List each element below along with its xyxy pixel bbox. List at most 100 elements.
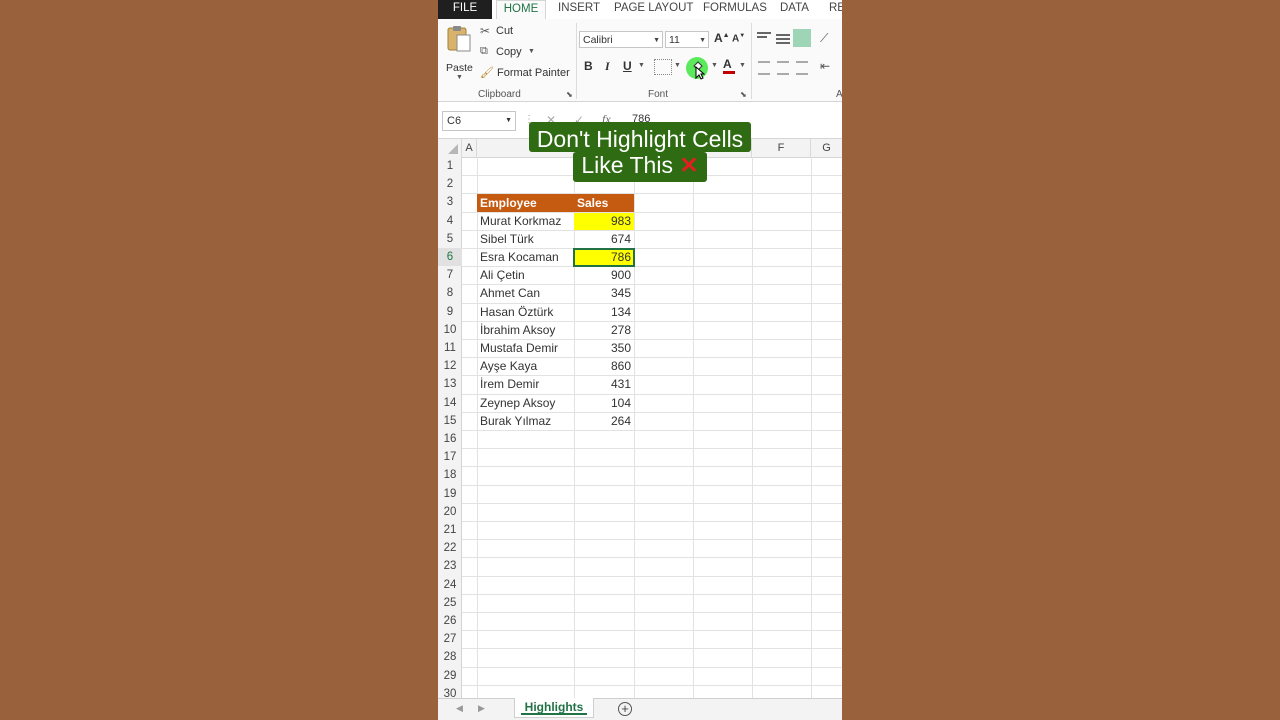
employee-cell[interactable]: Ahmet Can <box>477 284 574 302</box>
row-header-1[interactable]: 1 <box>438 157 462 175</box>
bold-button[interactable]: B <box>584 59 593 73</box>
row-header-2[interactable]: 2 <box>438 175 462 193</box>
sales-cell[interactable]: 264 <box>574 413 634 430</box>
row-header-12[interactable]: 12 <box>438 357 462 375</box>
dialog-launcher-icon[interactable]: ⬊ <box>566 90 573 99</box>
row-header-14[interactable]: 14 <box>438 394 462 412</box>
tab-file[interactable]: FILE <box>438 0 492 19</box>
cut-button[interactable]: ✂ Cut <box>480 24 540 40</box>
row-header-22[interactable]: 22 <box>438 539 462 557</box>
header-cell-employee[interactable]: Employee <box>477 194 574 212</box>
column-header-a[interactable]: A <box>462 139 477 157</box>
column-header-b[interactable] <box>477 139 574 157</box>
copy-button[interactable]: ⧉ Copy ▼ <box>480 45 550 61</box>
tab-formulas[interactable]: FORMULAS <box>703 0 767 19</box>
employee-cell[interactable]: Ayşe Kaya <box>477 357 574 375</box>
employee-cell[interactable]: Sibel Türk <box>477 230 574 248</box>
row-header-17[interactable]: 17 <box>438 448 462 466</box>
font-color-button[interactable]: A <box>723 57 735 74</box>
row-header-28[interactable]: 28 <box>438 648 462 666</box>
chevron-down-icon[interactable]: ▼ <box>739 62 746 69</box>
row-header-29[interactable]: 29 <box>438 667 462 685</box>
row-header-8[interactable]: 8 <box>438 284 462 302</box>
align-left-button[interactable] <box>758 61 770 75</box>
tab-insert[interactable]: INSERT <box>558 0 600 19</box>
header-cell-sales[interactable]: Sales <box>574 194 634 212</box>
sales-cell[interactable]: 104 <box>574 395 634 412</box>
sales-cell[interactable]: 860 <box>574 358 634 375</box>
row-header-4[interactable]: 4 <box>438 212 462 230</box>
employee-cell[interactable]: Burak Yılmaz <box>477 412 574 430</box>
tab-page-layout[interactable]: PAGE LAYOUT <box>614 0 693 19</box>
row-header-24[interactable]: 24 <box>438 576 462 594</box>
row-header-20[interactable]: 20 <box>438 503 462 521</box>
fill-color-button[interactable] <box>686 53 710 83</box>
row-header-16[interactable]: 16 <box>438 430 462 448</box>
chevron-down-icon[interactable]: ▼ <box>674 62 681 69</box>
row-header-10[interactable]: 10 <box>438 321 462 339</box>
underline-button[interactable]: U <box>623 59 632 73</box>
scroll-left-icon[interactable]: ◀ <box>456 703 463 714</box>
sales-cell[interactable]: 900 <box>574 267 634 284</box>
align-top-button[interactable] <box>757 31 771 43</box>
formula-input[interactable]: 786 <box>632 113 650 125</box>
employee-cell[interactable]: Hasan Öztürk <box>477 303 574 321</box>
row-header-11[interactable]: 11 <box>438 339 462 357</box>
row-header-6[interactable]: 6 <box>438 248 462 267</box>
align-bottom-button[interactable] <box>793 29 811 47</box>
tab-home[interactable]: HOME <box>496 0 546 21</box>
row-header-26[interactable]: 26 <box>438 612 462 630</box>
employee-cell[interactable]: Zeynep Aksoy <box>477 394 574 412</box>
column-header-f[interactable]: F <box>752 139 811 157</box>
column-header-g[interactable]: G <box>811 139 842 157</box>
decrease-indent-icon[interactable]: ⇤ <box>820 59 830 73</box>
sheet-tab-highlights[interactable]: Highlights <box>514 698 594 718</box>
format-painter-button[interactable]: 🖌 Format Painter <box>480 66 572 82</box>
row-header-25[interactable]: 25 <box>438 594 462 612</box>
column-header-d[interactable] <box>634 139 693 157</box>
employee-cell[interactable]: İrem Demir <box>477 375 574 393</box>
dialog-launcher-icon[interactable]: ⬊ <box>740 90 747 99</box>
employee-cell[interactable]: Mustafa Demir <box>477 339 574 357</box>
grow-font-button[interactable]: A▲ <box>714 31 730 45</box>
employee-cell[interactable]: Ali Çetin <box>477 266 574 284</box>
employee-cell[interactable]: Esra Kocaman <box>477 248 574 266</box>
paste-button[interactable]: Paste ▼ <box>444 25 474 81</box>
row-header-21[interactable]: 21 <box>438 521 462 539</box>
sales-cell[interactable]: 278 <box>574 322 634 339</box>
row-header-23[interactable]: 23 <box>438 557 462 575</box>
align-center-button[interactable] <box>777 61 789 75</box>
align-middle-button[interactable] <box>776 33 790 45</box>
shrink-font-button[interactable]: A▼ <box>732 33 745 44</box>
chevron-down-icon[interactable]: ▼ <box>711 62 718 69</box>
row-header-15[interactable]: 15 <box>438 412 462 430</box>
orientation-icon[interactable]: ⟋ <box>820 31 828 46</box>
row-header-19[interactable]: 19 <box>438 485 462 503</box>
scroll-right-icon[interactable]: ▶ <box>478 703 485 714</box>
font-size-select[interactable]: 11 ▼ <box>665 31 709 48</box>
row-header-18[interactable]: 18 <box>438 466 462 484</box>
sales-cell[interactable]: 134 <box>574 304 634 321</box>
column-header-e[interactable] <box>693 139 752 157</box>
sales-cell[interactable]: 345 <box>574 285 634 302</box>
employee-cell[interactable]: İbrahim Aksoy <box>477 321 574 339</box>
enter-icon[interactable]: ✓ <box>574 113 584 127</box>
row-header-9[interactable]: 9 <box>438 303 462 321</box>
borders-button[interactable] <box>654 59 672 75</box>
insert-function-button[interactable]: fx <box>602 112 611 127</box>
row-header-3[interactable]: 3 <box>438 193 462 211</box>
font-family-select[interactable]: Calibri ▼ <box>579 31 663 48</box>
employee-cell[interactable]: Murat Korkmaz <box>477 212 574 230</box>
row-header-27[interactable]: 27 <box>438 630 462 648</box>
sales-cell[interactable]: 674 <box>574 231 634 248</box>
select-all-corner[interactable] <box>438 139 462 157</box>
selected-cell-c6[interactable] <box>573 248 635 268</box>
highlighted-sales-cell[interactable]: 983 <box>574 212 634 230</box>
worksheet-grid[interactable]: A F G 1 2 3 4 5 6 7 8 9 10 11 12 13 14 15 16 17 18 19 20 21 2… <box>438 139 842 704</box>
row-header-5[interactable]: 5 <box>438 230 462 248</box>
row-header-7[interactable]: 7 <box>438 266 462 284</box>
sales-cell[interactable]: 350 <box>574 340 634 357</box>
align-right-button[interactable] <box>796 61 808 75</box>
column-header-c[interactable] <box>574 139 634 157</box>
sales-cell[interactable]: 431 <box>574 376 634 393</box>
